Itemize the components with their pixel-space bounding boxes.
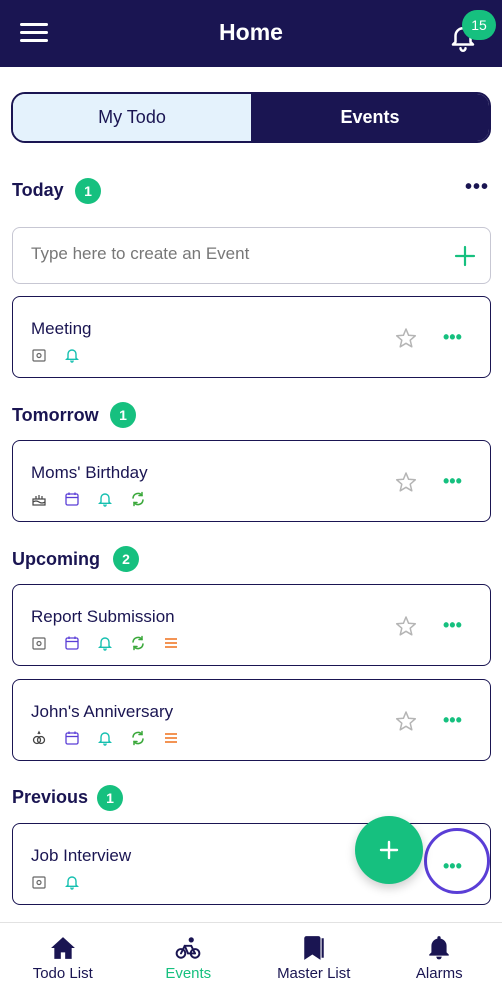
meeting-icon [32,637,46,650]
nav-label: Alarms [415,965,463,982]
repeat-icon [132,491,144,507]
tab-events[interactable]: Events [251,94,489,141]
create-event-input[interactable] [31,244,411,264]
event-title: John's Anniversary [31,702,174,721]
nav-label: Master List [277,965,351,982]
event-card-moms-birthday[interactable]: Moms' Birthday ••• [12,440,491,522]
calendar-icon [65,731,79,745]
event-more-options-icon[interactable]: ••• [443,710,467,731]
event-card-meeting[interactable]: Meeting ••• [12,296,491,378]
event-icons [31,635,179,651]
favorite-star-icon[interactable] [394,614,418,638]
list-icon [165,638,177,648]
event-title: Moms' Birthday [31,463,148,482]
nav-label: Events [165,965,212,982]
bell-icon [98,732,112,746]
bicycle-icon [175,937,201,959]
bookmark-icon [304,936,324,960]
nav-label: Todo List [32,965,93,982]
bell-icon [98,493,112,507]
event-card-report-submission[interactable]: Report Submission ••• [12,584,491,666]
event-card-johns-anniversary[interactable]: John's Anniversary ••• [12,679,491,761]
favorite-star-icon[interactable] [394,709,418,733]
add-event-fab[interactable] [355,816,423,884]
page-title: Home [219,19,283,45]
segmented-tabs: My Todo Events [11,92,491,143]
event-icons [31,491,146,507]
meeting-icon [32,876,46,889]
add-event-plus-icon[interactable] [453,244,477,268]
plus-icon [379,840,399,860]
section-title-previous: Previous [12,787,89,807]
nav-events[interactable]: Events [126,923,252,987]
event-more-options-icon[interactable]: ••• [443,615,467,636]
nav-master-list[interactable]: Master List [251,923,377,987]
event-more-options-icon[interactable]: ••• [443,471,467,492]
bell-icon [65,349,79,363]
tomorrow-count-badge: 1 [110,402,136,428]
meeting-icon [32,349,46,362]
bell-icon [429,936,449,960]
section-more-options-icon[interactable]: ••• [465,176,489,199]
calendar-icon [65,636,79,650]
repeat-icon [132,730,144,746]
rings-icon [32,730,46,745]
favorite-star-icon[interactable] [394,470,418,494]
list-icon [165,733,177,743]
section-title-today: Today [12,180,64,200]
notification-count-badge: 15 [462,10,496,40]
tab-my-todo[interactable]: My Todo [13,94,251,141]
upcoming-count-badge: 2 [113,546,139,572]
event-title: Job Interview [31,846,132,865]
cake-icon [32,495,46,506]
favorite-star-icon[interactable] [394,326,418,350]
calendar-icon [65,492,79,506]
previous-count-badge: 1 [97,785,123,811]
event-title: Meeting [31,319,92,338]
create-event-box [12,227,491,284]
section-title-upcoming: Upcoming [12,549,100,569]
event-icons [31,730,179,746]
bottom-navigation: Todo List Events Master List Alarms [0,922,502,987]
today-count-badge: 1 [75,178,101,204]
highlight-ring [424,828,490,894]
event-icons [31,347,80,363]
nav-todo-list[interactable]: Todo List [0,923,126,987]
event-icons [31,874,80,890]
section-title-tomorrow: Tomorrow [12,405,99,425]
home-icon [50,937,75,959]
nav-alarms[interactable]: Alarms [377,923,502,987]
bell-icon [65,876,79,890]
bell-icon [98,637,112,651]
top-app-bar: Home 15 [0,0,502,67]
repeat-icon [132,635,144,651]
event-more-options-icon[interactable]: ••• [443,327,467,348]
event-title: Report Submission [31,607,175,626]
